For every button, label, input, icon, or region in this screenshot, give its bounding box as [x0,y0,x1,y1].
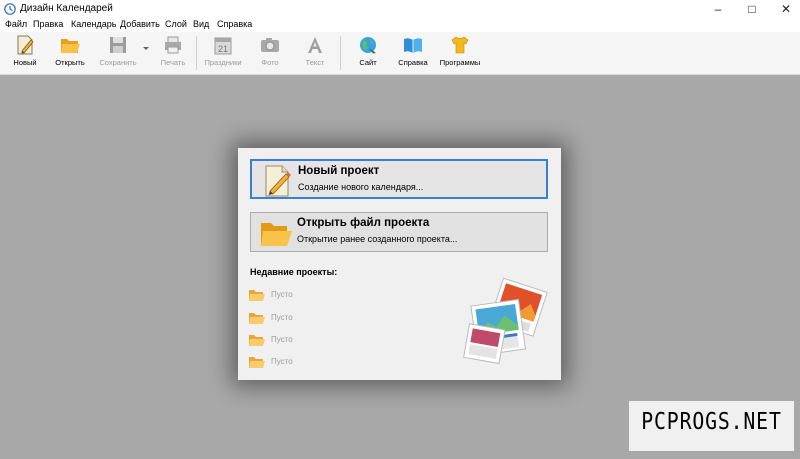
watermark: PCPROGS.NET [629,401,794,451]
menu-help[interactable]: Справка [217,19,252,29]
calendar-icon: 21 [214,37,232,55]
photo-button[interactable]: Фото [253,34,287,72]
folder-icon [249,313,265,324]
save-button[interactable]: Сохранить [95,34,141,72]
svg-text:21: 21 [218,44,228,54]
open-project-button[interactable]: Открыть файл проекта Открытие ранее созд… [250,212,548,252]
new-document-icon [17,35,34,55]
folder-icon [249,335,265,346]
toolbar-separator [196,36,197,70]
t-shirt-icon [451,36,469,54]
start-dialog: Новый проект Создание нового календаря..… [238,148,561,380]
text-button[interactable]: Текст [300,34,330,72]
programs-button[interactable]: Программы [438,34,482,72]
app-window: Дизайн Календарей – □ ✕ Файл Правка Кале… [0,0,800,459]
save-dropdown-arrow-icon[interactable] [143,47,149,50]
recent-project-item[interactable]: Пусто [248,354,368,370]
menu-edit[interactable]: Правка [33,19,63,29]
menu-add[interactable]: Добавить [120,19,160,29]
title-bar: Дизайн Календарей – □ ✕ [0,0,800,18]
recent-project-item[interactable]: Пусто [248,332,368,348]
watermark-text: PCPROGS.NET [641,409,782,435]
menu-layer[interactable]: Слой [165,19,187,29]
menu-calendar[interactable]: Календарь [71,19,116,29]
printer-icon [165,36,181,54]
calendar-photos-illustration [463,277,548,365]
help-button[interactable]: Справка [395,34,431,72]
menu-view[interactable]: Вид [193,19,209,29]
globe-icon [360,37,376,54]
site-button[interactable]: Сайт [352,34,384,72]
close-button[interactable]: ✕ [764,0,800,18]
window-title: Дизайн Календарей [20,3,113,14]
menu-bar: Файл Правка Календарь Добавить Слой Вид … [0,18,800,32]
toolbar: Новый Открыть Сохранить Печать 21 Праздн… [0,32,800,75]
menu-file[interactable]: Файл [5,19,27,29]
new-button[interactable]: Новый [8,34,42,72]
open-folder-icon [261,223,292,246]
app-icon [4,3,16,15]
toolbar-separator [340,36,341,70]
open-button[interactable]: Открыть [50,34,90,72]
recent-project-item[interactable]: Пусто [248,310,368,326]
text-letter-icon [308,37,322,53]
new-project-button[interactable]: Новый проект Создание нового календаря..… [250,159,548,199]
recent-projects-title: Недавние проекты: [250,267,338,277]
floppy-disk-icon [110,37,126,53]
folder-icon [249,357,265,368]
new-project-icon [265,165,291,197]
folder-open-icon [61,39,80,53]
folder-icon [249,290,265,301]
print-button[interactable]: Печать [155,34,191,72]
camera-icon [261,38,279,52]
recent-project-item[interactable]: Пусто [248,287,368,303]
help-book-icon [404,38,422,53]
holidays-button[interactable]: 21 Праздники [202,34,244,72]
